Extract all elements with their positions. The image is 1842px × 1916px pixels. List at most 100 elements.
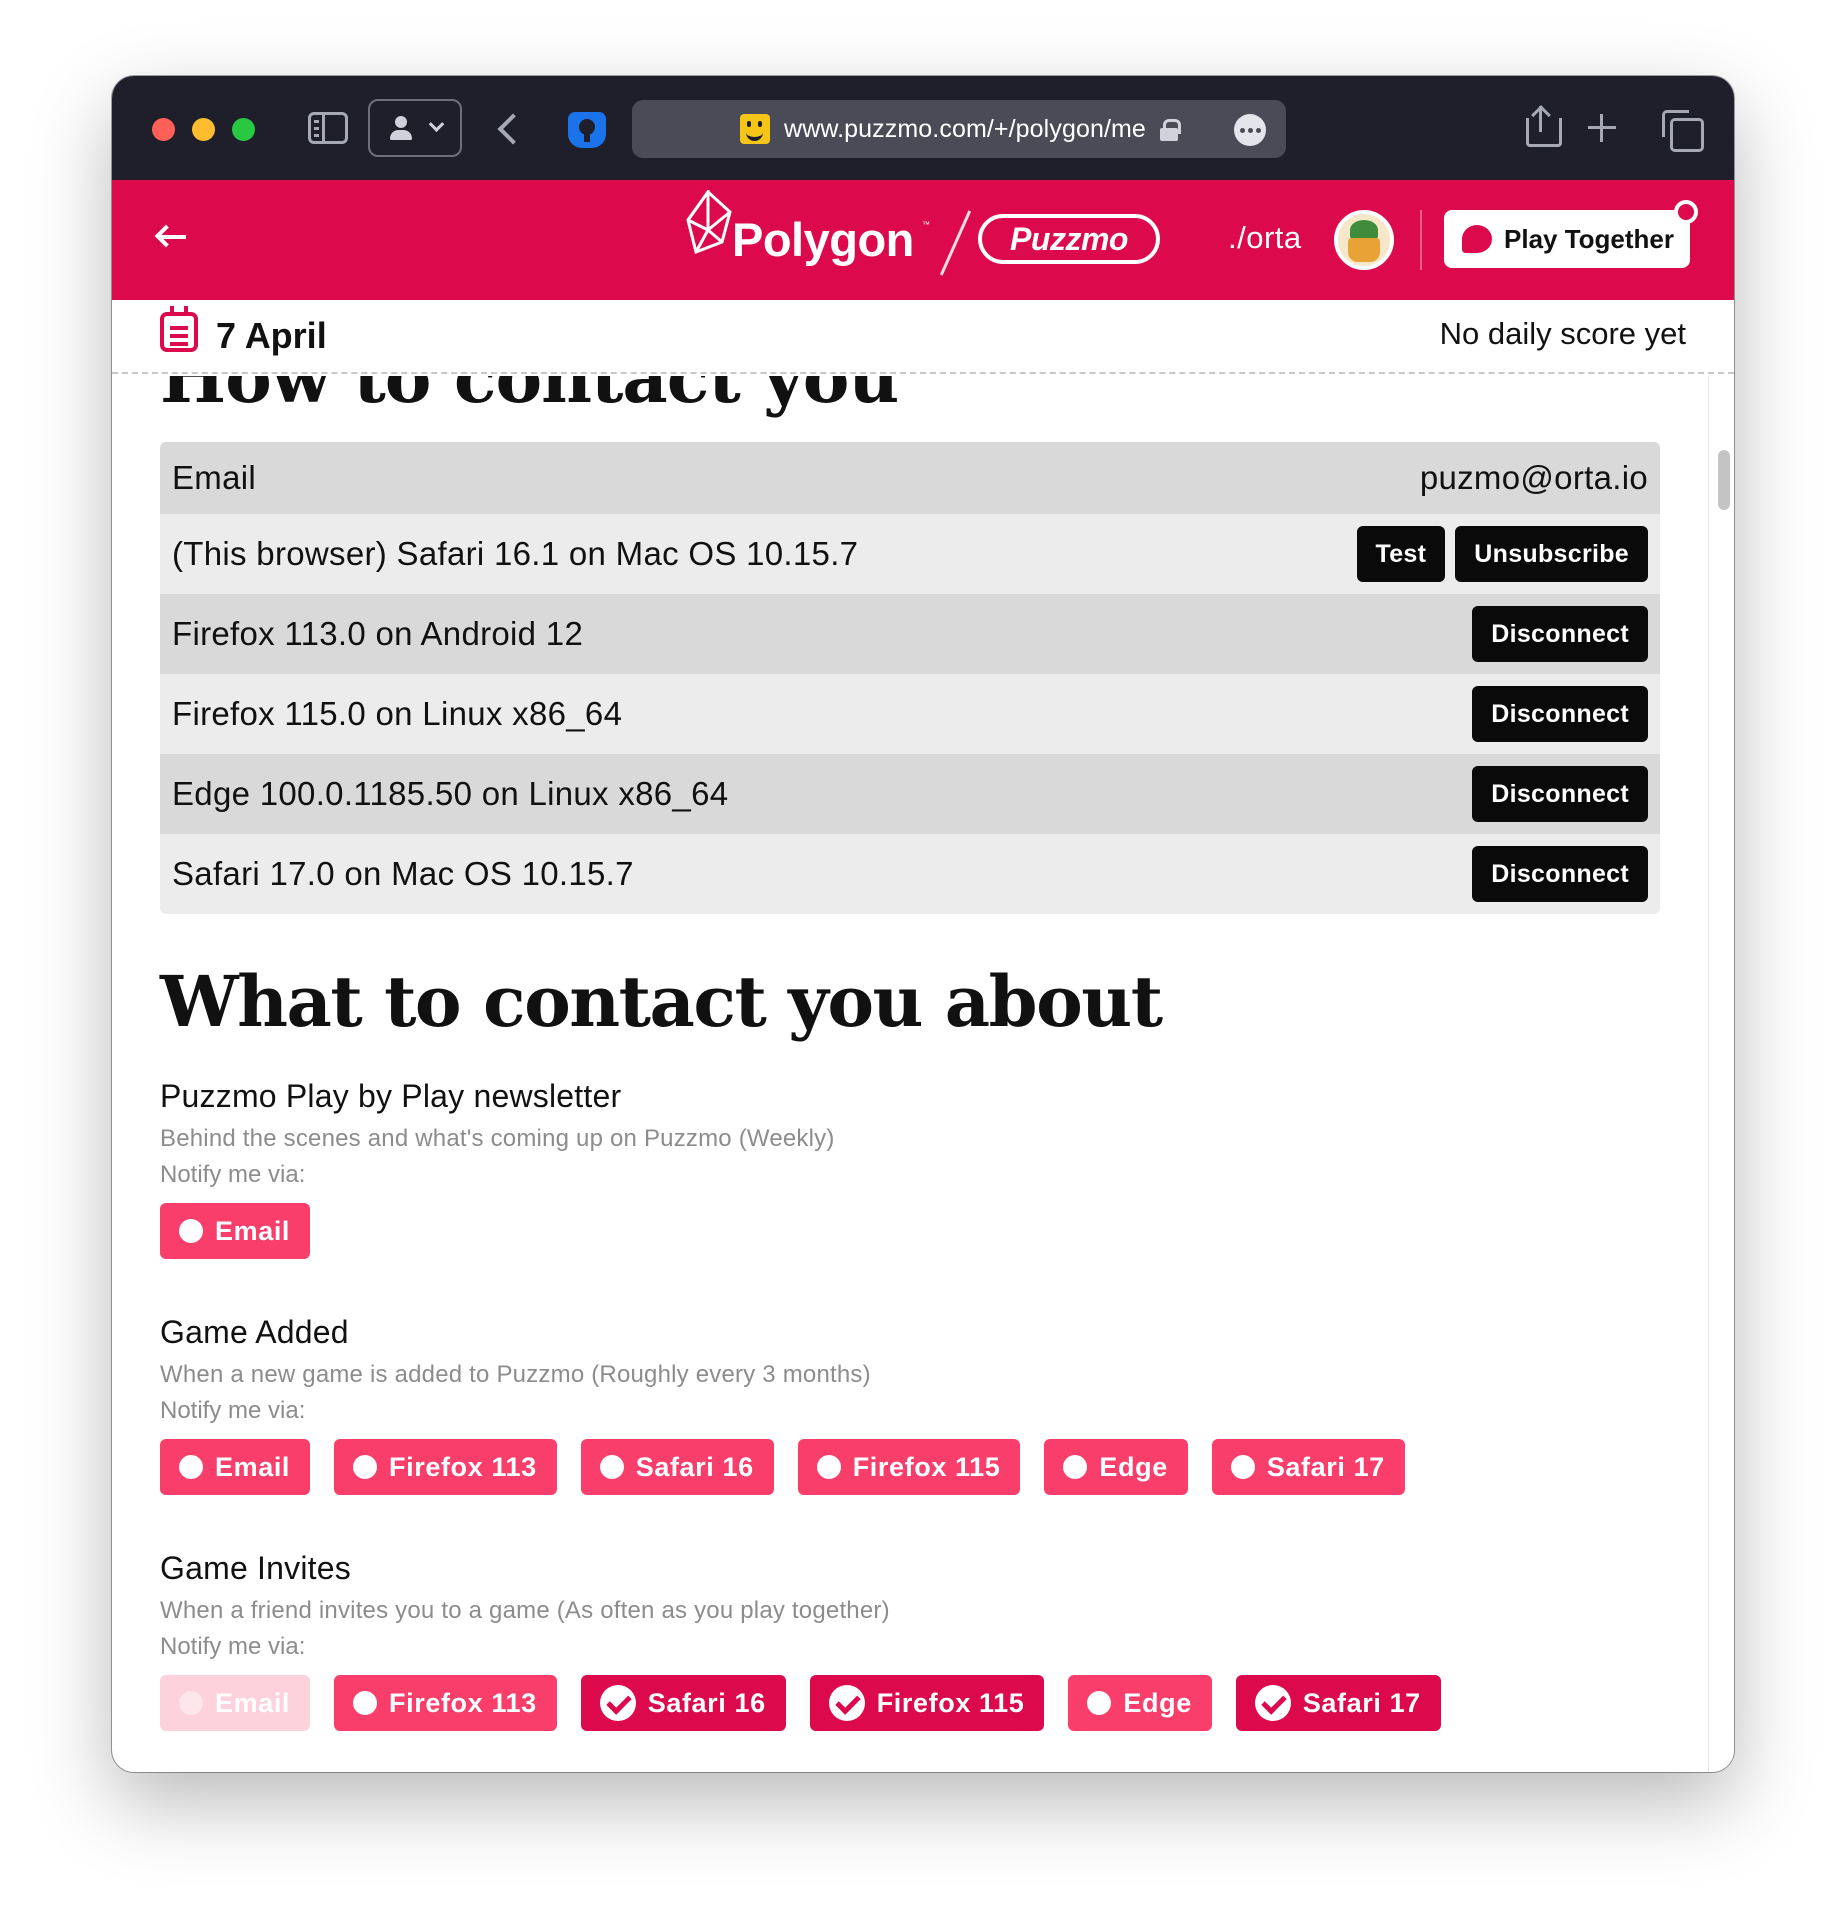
- browser-toolbar: www.puzzmo.com/+/polygon/me: [112, 76, 1734, 180]
- channel-toggle-firefox-113[interactable]: Firefox 113: [334, 1675, 557, 1731]
- device-name: Edge 100.0.1185.50 on Linux x86_64: [172, 775, 729, 812]
- device-row: Firefox 115.0 on Linux x86_64 Disconnect: [160, 674, 1660, 754]
- disconnect-button[interactable]: Disconnect: [1472, 846, 1648, 902]
- more-options-icon[interactable]: [1234, 114, 1266, 146]
- unsubscribe-button[interactable]: Unsubscribe: [1455, 526, 1648, 582]
- channel-toggle-safari-17[interactable]: Safari 17: [1235, 1675, 1441, 1731]
- channel-toggle-email[interactable]: Email: [160, 1439, 311, 1495]
- disconnect-button[interactable]: Disconnect: [1472, 606, 1648, 662]
- radio-off-icon: [816, 1455, 841, 1479]
- channel-label: Firefox 115: [852, 1451, 1001, 1482]
- channel-label: Email: [215, 1215, 291, 1246]
- password-manager-icon[interactable]: [568, 112, 606, 148]
- radio-off-icon: [179, 1691, 203, 1715]
- notification-topic-newsletter: Puzzmo Play by Play newsletter Behind th…: [160, 1078, 1560, 1259]
- url-text: www.puzzmo.com/+/polygon/me: [784, 114, 1146, 143]
- channel-label: Firefox 113: [389, 1687, 537, 1718]
- calendar-icon: [160, 306, 198, 352]
- channel-toggle-edge[interactable]: Edge: [1068, 1675, 1212, 1731]
- checkmark-icon: [1254, 1685, 1291, 1721]
- channel-toggle-firefox-113[interactable]: Firefox 113: [334, 1439, 557, 1495]
- notify-label: Notify me via:: [160, 1161, 306, 1188]
- close-window-button[interactable]: [152, 118, 175, 141]
- scrollbar-track[interactable]: [1708, 376, 1734, 1772]
- device-name: Safari 17.0 on Mac OS 10.15.7: [172, 855, 634, 892]
- scrollbar-thumb[interactable]: [1718, 450, 1730, 510]
- puzzmo-logo[interactable]: Puzzmo: [978, 214, 1160, 264]
- date-bar: 7 April No daily score yet: [112, 300, 1734, 374]
- site-header: Polygon ™ Puzzmo ./orta Play Together: [112, 180, 1734, 300]
- channel-label: Firefox 115: [876, 1687, 1025, 1718]
- what-to-contact-heading: What to contact you about: [160, 960, 1163, 1043]
- topic-title: Game Invites: [160, 1550, 351, 1586]
- user-link[interactable]: ./orta: [1228, 220, 1302, 256]
- channel-toggle-safari-17[interactable]: Safari 17: [1211, 1439, 1405, 1495]
- back-arrow-icon[interactable]: [160, 235, 186, 239]
- channel-toggle-safari-16[interactable]: Safari 16: [580, 1439, 774, 1495]
- channel-toggle-firefox-115[interactable]: Firefox 115: [797, 1439, 1021, 1495]
- email-row: Email puzmo@orta.io: [160, 442, 1660, 514]
- polygon-logo-icon: [686, 190, 732, 255]
- notify-label: Notify me via:: [160, 1633, 306, 1660]
- header-divider: [1420, 210, 1422, 270]
- notify-label: Notify me via:: [160, 1397, 306, 1424]
- channel-toggle-email[interactable]: Email: [160, 1675, 311, 1731]
- channel-toggle-firefox-115[interactable]: Firefox 115: [809, 1675, 1045, 1731]
- channel-label: Safari 16: [647, 1687, 766, 1718]
- channel-label: Safari 17: [1302, 1687, 1421, 1718]
- browser-window: www.puzzmo.com/+/polygon/me Polygon ™ Pu…: [112, 76, 1734, 1772]
- new-tab-icon[interactable]: [1588, 114, 1616, 142]
- tab-overview-icon[interactable]: [1662, 110, 1704, 152]
- channel-label: Email: [215, 1451, 291, 1482]
- notification-dot: [1674, 200, 1698, 224]
- checkmark-icon: [599, 1685, 636, 1721]
- play-together-label: Play Together: [1504, 223, 1675, 254]
- channel-toggle-safari-16[interactable]: Safari 16: [580, 1675, 786, 1731]
- settings-content[interactable]: How to contact you Email puzmo@orta.io (…: [112, 376, 1708, 1772]
- radio-off-icon: [1087, 1691, 1112, 1715]
- chevron-down-icon: [428, 115, 444, 132]
- radio-off-icon: [353, 1455, 378, 1479]
- test-button[interactable]: Test: [1356, 526, 1446, 582]
- channel-label: Safari 16: [635, 1451, 754, 1482]
- device-row: Safari 17.0 on Mac OS 10.15.7 Disconnect: [160, 834, 1660, 914]
- radio-off-icon: [1230, 1455, 1255, 1479]
- disconnect-button[interactable]: Disconnect: [1472, 766, 1648, 822]
- channel-toggles: Email Firefox 113 Safari 16 Firefox 115 …: [160, 1439, 1560, 1495]
- channel-label: Edge: [1123, 1687, 1192, 1718]
- device-name: Firefox 115.0 on Linux x86_64: [172, 695, 623, 732]
- checkmark-icon: [828, 1685, 865, 1721]
- site-favicon-icon: [740, 114, 771, 144]
- brand-name[interactable]: Polygon: [732, 212, 914, 267]
- channel-label: Email: [215, 1687, 291, 1718]
- profile-menu-button[interactable]: [368, 99, 462, 157]
- email-address: puzmo@orta.io: [1419, 459, 1648, 496]
- device-row: Firefox 113.0 on Android 12 Disconnect: [160, 594, 1660, 674]
- channel-toggle-edge[interactable]: Edge: [1044, 1439, 1188, 1495]
- radio-off-icon: [353, 1691, 378, 1715]
- avatar[interactable]: [1334, 210, 1394, 270]
- device-name: Firefox 113.0 on Android 12: [172, 615, 584, 652]
- topic-title: Game Added: [160, 1314, 349, 1350]
- how-to-contact-heading: How to contact you: [160, 376, 899, 419]
- channel-toggles: Email: [160, 1203, 1560, 1259]
- radio-off-icon: [1063, 1455, 1088, 1479]
- radio-off-icon: [179, 1219, 203, 1243]
- zoom-window-button[interactable]: [232, 118, 255, 141]
- channel-toggles: Email Firefox 113 Safari 16 Firefox 115 …: [160, 1675, 1560, 1731]
- channel-label: Safari 17: [1266, 1451, 1385, 1482]
- topic-description: When a new game is added to Puzzmo (Roug…: [160, 1361, 871, 1388]
- channel-label: Edge: [1099, 1451, 1168, 1482]
- play-together-button[interactable]: Play Together: [1444, 210, 1690, 268]
- radio-off-icon: [179, 1455, 203, 1479]
- minimize-window-button[interactable]: [192, 118, 215, 141]
- channel-label: Firefox 113: [389, 1451, 537, 1482]
- current-date[interactable]: 7 April: [216, 315, 327, 357]
- channel-toggle-email[interactable]: Email: [160, 1203, 311, 1259]
- disconnect-button[interactable]: Disconnect: [1472, 686, 1648, 742]
- window-controls: [152, 118, 255, 141]
- sidebar-toggle-icon[interactable]: [308, 112, 348, 144]
- browser-back-icon[interactable]: [497, 113, 529, 145]
- address-bar[interactable]: www.puzzmo.com/+/polygon/me: [632, 100, 1286, 158]
- notification-topic-game-added: Game Added When a new game is added to P…: [160, 1314, 1560, 1495]
